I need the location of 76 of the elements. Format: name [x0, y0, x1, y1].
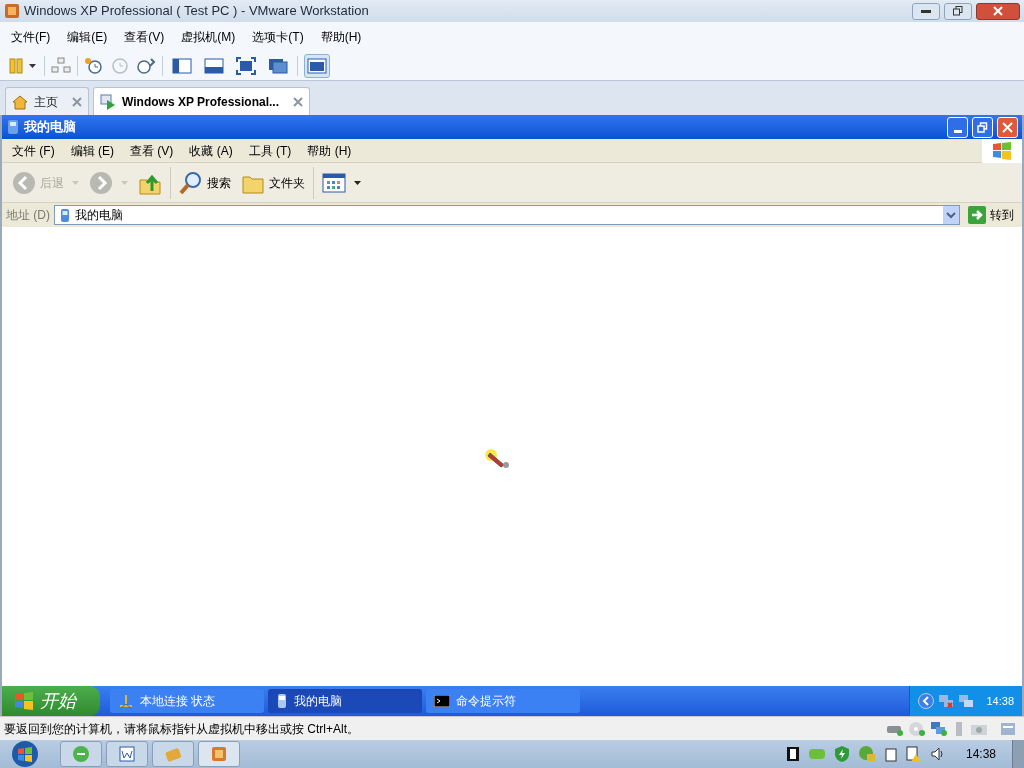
menu-item[interactable]: 文件(F) — [4, 28, 58, 46]
snapshot-icon[interactable] — [84, 57, 104, 75]
virtual-machine-icon — [100, 93, 116, 110]
menu-item[interactable]: 查看(V) — [117, 28, 172, 46]
menu-item[interactable]: 帮助(H) — [313, 28, 369, 46]
console-icon — [434, 695, 450, 707]
taskbar-button[interactable] — [198, 741, 240, 767]
search-button[interactable]: 搜索 — [177, 166, 233, 199]
taskbar-button[interactable]: 我的电脑 — [268, 689, 422, 713]
address-field[interactable]: 我的电脑 — [54, 205, 960, 225]
menu-item[interactable]: 编辑(E) — [60, 28, 115, 46]
menu-item[interactable]: 编辑 (E) — [64, 141, 120, 160]
tab[interactable]: Windows XP Professional... — [93, 87, 311, 115]
address-label: 地址 (D) — [6, 207, 50, 224]
close-tab-icon[interactable] — [293, 96, 304, 107]
home-icon — [12, 93, 28, 110]
app-icon — [210, 745, 228, 763]
fullscreen-icon[interactable] — [233, 54, 259, 78]
caret-icon — [354, 180, 361, 185]
magnifier-icon — [179, 170, 203, 195]
close-icon — [1002, 121, 1013, 133]
tab[interactable]: 主页 — [5, 87, 89, 115]
computer-icon — [6, 119, 20, 135]
mouse-cursor-icon — [482, 447, 512, 469]
document-icon — [118, 745, 136, 763]
network-icon[interactable] — [938, 693, 955, 709]
computer-icon — [276, 693, 288, 709]
windows-logo-icon — [992, 141, 1012, 160]
network-warning-icon[interactable] — [905, 745, 922, 763]
restore-button[interactable] — [944, 2, 972, 20]
clock: 14:38 — [985, 693, 1014, 709]
network-icon[interactable] — [51, 57, 71, 75]
console-view-icon[interactable] — [304, 54, 330, 78]
taskbar-button[interactable] — [106, 741, 148, 767]
close-button[interactable] — [976, 2, 1020, 20]
taskbar-button[interactable]: 本地连接 状态 — [110, 689, 264, 713]
menu-item[interactable]: 虚拟机(M) — [174, 28, 243, 46]
close-icon — [993, 6, 1003, 16]
caret-icon — [72, 180, 79, 185]
clock: 14:38 — [964, 746, 996, 763]
network-adapter-icon[interactable] — [930, 720, 948, 737]
speaker-icon[interactable] — [929, 746, 946, 762]
minimize-icon — [953, 129, 962, 133]
arrow-icon — [968, 206, 986, 224]
menu-item[interactable]: 帮助 (H) — [301, 141, 358, 160]
window-title: 我的电脑 — [24, 118, 77, 137]
start-button[interactable]: 开始 — [2, 686, 100, 716]
minimize-button[interactable] — [912, 2, 940, 20]
folders-button[interactable]: 文件夹 — [239, 166, 307, 199]
shield-icon[interactable] — [833, 745, 850, 763]
restore-icon — [953, 6, 963, 16]
computer-icon — [59, 207, 71, 223]
views-icon — [322, 170, 346, 195]
restore-icon — [977, 121, 988, 133]
network-icon — [118, 693, 134, 709]
menu-item[interactable]: 工具 (T) — [242, 141, 298, 160]
status-message: 要返回到您的计算机，请将鼠标指针从虚拟机中移出或按 Ctrl+Alt。 — [4, 720, 360, 738]
minimize-icon — [921, 9, 931, 13]
cd-icon[interactable] — [908, 720, 926, 737]
menu-item[interactable]: 文件 (F) — [6, 141, 61, 160]
menu-item[interactable]: 收藏 (A) — [183, 141, 239, 160]
window-title: Windows XP Professional ( Test PC ) - VMware Workstation — [24, 2, 370, 21]
pause-icon[interactable] — [8, 58, 38, 74]
vmware-app-icon — [4, 3, 20, 19]
message-icon[interactable] — [1000, 720, 1016, 737]
snapshot-manager-icon[interactable] — [136, 57, 156, 75]
close-tab-icon[interactable] — [72, 96, 82, 107]
film-icon[interactable] — [785, 746, 800, 762]
tag-icon — [164, 745, 182, 763]
network-icon[interactable] — [958, 693, 975, 709]
menu-item[interactable]: 查看 (V) — [124, 141, 180, 160]
windows-logo-icon — [14, 692, 34, 710]
taskbar-button[interactable]: 命令提示符 — [426, 689, 580, 713]
go-button[interactable]: 转到 — [964, 205, 1018, 225]
caret-icon — [121, 180, 128, 185]
menu-item[interactable]: 选项卡(T) — [245, 28, 311, 46]
